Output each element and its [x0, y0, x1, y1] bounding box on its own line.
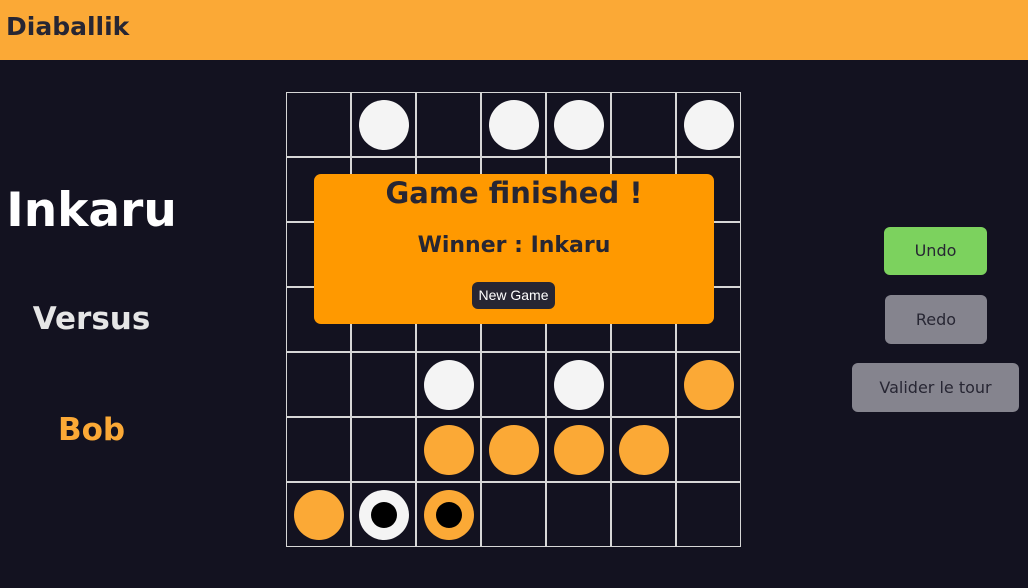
board-cell[interactable] [546, 417, 611, 482]
board-cell[interactable] [676, 482, 741, 547]
board-cell[interactable] [611, 352, 676, 417]
versus-label: Versus [32, 301, 151, 337]
board-cell[interactable] [416, 92, 481, 157]
board-cell[interactable] [676, 92, 741, 157]
board-cell[interactable] [351, 482, 416, 547]
dialog-title: Game finished ! [385, 176, 643, 210]
orange-piece[interactable] [294, 490, 344, 540]
white-piece[interactable] [489, 100, 539, 150]
board-cell[interactable] [286, 482, 351, 547]
board-cell[interactable] [351, 417, 416, 482]
white-piece[interactable] [359, 490, 409, 540]
player-two-name: Bob [57, 412, 126, 448]
orange-piece[interactable] [684, 360, 734, 410]
board-cell[interactable] [611, 482, 676, 547]
board-cell[interactable] [481, 417, 546, 482]
orange-piece[interactable] [424, 490, 474, 540]
new-game-button[interactable]: New Game [472, 282, 555, 309]
app-header: Diaballik [0, 0, 1028, 60]
board-cell[interactable] [416, 417, 481, 482]
board-cell[interactable] [676, 352, 741, 417]
white-piece[interactable] [359, 100, 409, 150]
player-one-name: Inkaru [6, 183, 177, 238]
ball-icon [436, 502, 462, 528]
app-title: Diaballik [6, 12, 130, 41]
orange-piece[interactable] [424, 425, 474, 475]
white-piece[interactable] [684, 100, 734, 150]
board-cell[interactable] [416, 352, 481, 417]
orange-piece[interactable] [489, 425, 539, 475]
board-cell[interactable] [286, 417, 351, 482]
orange-piece[interactable] [619, 425, 669, 475]
board-cell[interactable] [286, 92, 351, 157]
board-cell[interactable] [676, 417, 741, 482]
game-finished-dialog: Game finished ! Winner : Inkaru New Game [314, 174, 714, 324]
board-cell[interactable] [546, 92, 611, 157]
white-piece[interactable] [554, 360, 604, 410]
board-cell[interactable] [546, 482, 611, 547]
ball-icon [371, 502, 397, 528]
board-cell[interactable] [546, 352, 611, 417]
board-cell[interactable] [481, 482, 546, 547]
board-cell[interactable] [416, 482, 481, 547]
board-cell[interactable] [351, 352, 416, 417]
board-cell[interactable] [481, 92, 546, 157]
board-cell[interactable] [611, 92, 676, 157]
validate-turn-button[interactable]: Valider le tour [852, 363, 1019, 412]
white-piece[interactable] [554, 100, 604, 150]
board-cell[interactable] [481, 352, 546, 417]
board-cell[interactable] [351, 92, 416, 157]
board-cell[interactable] [611, 417, 676, 482]
redo-button[interactable]: Redo [885, 295, 987, 344]
board-cell[interactable] [286, 352, 351, 417]
undo-button[interactable]: Undo [884, 227, 987, 275]
winner-text: Winner : Inkaru [417, 233, 611, 258]
orange-piece[interactable] [554, 425, 604, 475]
white-piece[interactable] [424, 360, 474, 410]
